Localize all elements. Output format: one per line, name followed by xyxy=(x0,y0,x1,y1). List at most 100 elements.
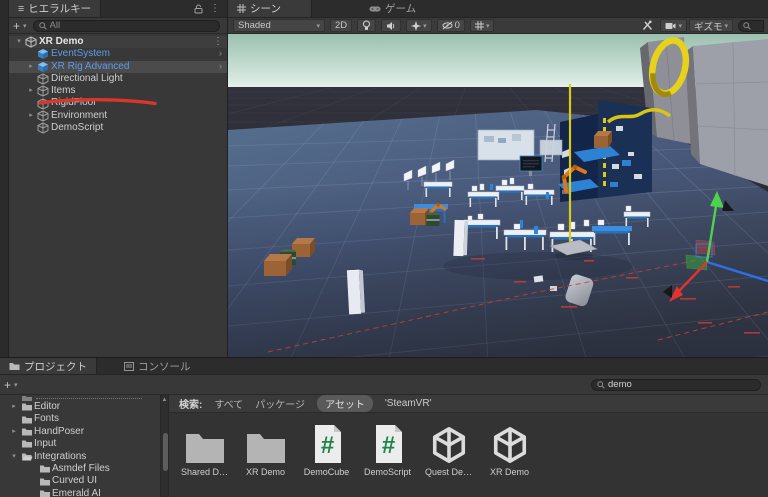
tab-hierarchy[interactable]: ≡ ヒエラルキー xyxy=(9,0,102,17)
scene-tools-button[interactable] xyxy=(637,19,658,32)
project-add-button[interactable]: + xyxy=(4,379,11,391)
dropdown-caret-icon: ▾ xyxy=(316,22,320,30)
scene-audio-toggle[interactable] xyxy=(381,19,402,32)
folder-row-input[interactable]: Input xyxy=(0,438,160,450)
hierarchy-search-input[interactable] xyxy=(49,20,214,31)
hierarchy-scene-row[interactable]: ▾ XR Demo ⋮ xyxy=(9,36,227,49)
folder-icon xyxy=(20,402,34,412)
filter-scope-all[interactable]: すべて xyxy=(214,396,243,411)
unity-cube-icon xyxy=(430,424,468,464)
prefab-open-chevron-icon[interactable]: › xyxy=(219,61,227,73)
asset-tile-xr-demo-asset[interactable]: XR Demo xyxy=(481,424,538,477)
item-label: EventSystem xyxy=(51,48,110,60)
gizmos-dropdown[interactable]: ギズモ ▾ xyxy=(688,19,733,33)
asset-tile-xr-demo-folder[interactable]: XR Demo xyxy=(237,424,294,477)
folder-row-fonts[interactable]: Fonts xyxy=(0,413,160,425)
draw-mode-value: Shaded xyxy=(238,20,271,31)
scene-search-field[interactable] xyxy=(738,19,764,32)
effects-caret-icon[interactable]: ▾ xyxy=(423,22,427,30)
scene-camera-settings[interactable]: ▾ xyxy=(660,19,687,32)
white-pillar-right[interactable] xyxy=(453,219,469,257)
hierarchy-item-directional-light[interactable]: Directional Light xyxy=(9,73,227,85)
folder-row-integrations[interactable]: ▾ Integrations xyxy=(0,451,160,463)
asset-tile-democube[interactable]: # DemoCube xyxy=(298,424,355,477)
tab-scene[interactable]: シーン xyxy=(228,0,312,17)
hierarchy-item-environment[interactable]: ▸ Environment xyxy=(9,110,227,122)
folder-row-asmdef-files[interactable]: Asmdef Files xyxy=(0,463,160,475)
asset-tile-demoscript[interactable]: # DemoScript xyxy=(359,424,416,477)
asset-tile-shared-d[interactable]: Shared D… xyxy=(176,424,233,477)
svg-text:#: # xyxy=(320,432,333,459)
project-search-input[interactable] xyxy=(608,379,755,390)
foldout-collapsed-icon[interactable]: ▸ xyxy=(9,426,19,438)
folder-row-editor[interactable]: ▸ Editor xyxy=(0,401,160,413)
crate-on-platform xyxy=(594,131,612,148)
hierarchy-item-rigidfloor[interactable]: RigidFloor xyxy=(9,97,227,110)
foldout-collapsed-icon[interactable]: ▸ xyxy=(26,61,36,73)
folder-icon xyxy=(20,439,34,449)
grid-caret-icon[interactable]: ▾ xyxy=(486,22,490,30)
folder-row-handposer[interactable]: ▸ HandPoser xyxy=(0,426,160,438)
tab-game[interactable]: ゲーム xyxy=(360,0,425,17)
foldout-collapsed-icon[interactable]: ▸ xyxy=(26,110,36,122)
hidden-count: 0 xyxy=(454,20,460,31)
project-panel: プロジェクト コンソール + ▾ demo ▸ Editor Fonts ▸ H… xyxy=(0,357,768,497)
hierarchy-item-xr-rig-advanced[interactable]: ▸ XR Rig Advanced › xyxy=(9,60,227,73)
project-add-caret-icon[interactable]: ▾ xyxy=(14,381,18,389)
foldout-expanded-icon[interactable]: ▾ xyxy=(14,36,24,48)
camera-caret-icon[interactable]: ▾ xyxy=(678,22,682,30)
gizmos-label: ギズモ xyxy=(693,21,723,33)
scene-visibility-toggle[interactable]: 0 xyxy=(436,19,465,32)
scene-effects-toggle[interactable]: ▾ xyxy=(406,19,432,32)
hierarchy-search-field[interactable] xyxy=(32,19,220,32)
left-dock-edge xyxy=(0,0,9,357)
tab-console[interactable]: コンソール xyxy=(115,358,200,374)
filter-scope-packages[interactable]: パッケージ xyxy=(255,396,305,411)
foldout-collapsed-icon[interactable]: ▸ xyxy=(9,401,19,413)
hierarchy-menu-icon[interactable]: ⋮ xyxy=(210,3,220,14)
scene-viewport[interactable] xyxy=(228,34,768,357)
hierarchy-add-caret-icon[interactable]: ▾ xyxy=(23,22,27,30)
prefab-open-chevron-icon[interactable]: › xyxy=(219,48,227,60)
scrollbar-thumb[interactable] xyxy=(163,433,168,471)
gameobject-cube-icon xyxy=(36,98,49,110)
foldout-expanded-icon[interactable]: ▾ xyxy=(9,451,19,463)
tools-icon xyxy=(642,20,653,31)
project-tree-scrollbar[interactable]: ▲ xyxy=(160,395,169,497)
project-search-field[interactable] xyxy=(591,378,761,391)
scene-grid-settings[interactable]: ▾ xyxy=(469,19,495,32)
folder-row-emerald-ai[interactable]: Emerald AI xyxy=(0,488,160,497)
hierarchy-item-items[interactable]: ▸ Items xyxy=(9,85,227,97)
search-icon xyxy=(597,380,605,389)
grid-settings-icon xyxy=(474,21,484,30)
asset-grid: Shared D… XR Demo # DemoCube # DemoScrip… xyxy=(169,413,768,477)
filter-label: 検索: xyxy=(179,400,203,411)
draw-mode-dropdown[interactable]: Shaded ▾ xyxy=(233,19,325,32)
folder-row-curved-ui[interactable]: Curved UI xyxy=(0,475,160,487)
hierarchy-add-button[interactable]: + xyxy=(13,20,20,32)
item-label: Items xyxy=(51,85,76,97)
scene-3d-render[interactable] xyxy=(228,34,768,357)
hierarchy-item-eventsystem[interactable]: EventSystem › xyxy=(9,48,227,60)
tab-project[interactable]: プロジェクト xyxy=(0,358,97,374)
folder-icon xyxy=(184,424,226,464)
scene-grid-icon xyxy=(237,4,246,13)
scroll-up-icon[interactable]: ▲ xyxy=(161,397,168,403)
asset-tile-quest-demo[interactable]: Quest De… xyxy=(420,424,477,477)
filter-scope-assets[interactable]: アセット xyxy=(317,395,373,412)
foldout-collapsed-icon[interactable]: ▸ xyxy=(26,85,36,97)
csharp-script-icon: # xyxy=(311,424,343,464)
scene-kebab-icon[interactable]: ⋮ xyxy=(213,36,227,48)
hierarchy-item-demoscript[interactable]: DemoScript xyxy=(9,122,227,134)
scene-view-panel: シーン ゲーム Shaded ▾ 2D ▾ 0 ▾ ▾ ギズモ ▾ xyxy=(228,0,768,357)
white-pillar-left[interactable] xyxy=(346,269,366,315)
lock-icon[interactable] xyxy=(194,4,203,14)
folder-row-clipped[interactable] xyxy=(0,396,160,401)
svg-text:#: # xyxy=(381,432,394,459)
scene-lighting-toggle[interactable] xyxy=(357,19,377,32)
filter-query: 'SteamVR' xyxy=(384,398,432,409)
search-icon xyxy=(38,21,47,30)
display-panel xyxy=(539,139,563,156)
toggle-2d-button[interactable]: 2D xyxy=(330,19,353,32)
gameobject-cube-icon xyxy=(36,110,49,122)
